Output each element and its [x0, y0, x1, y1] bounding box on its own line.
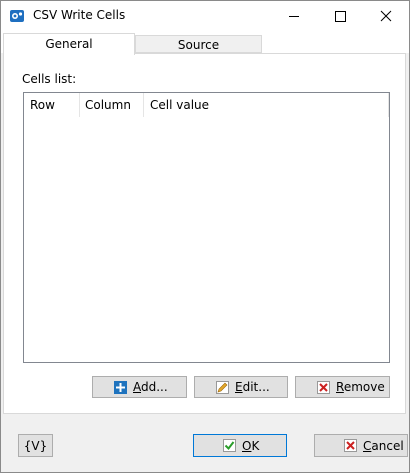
dialog-window: CSV Write Cells General Source Cells lis…	[0, 0, 410, 473]
cells-list-label: Cells list:	[22, 72, 77, 86]
remove-button[interactable]: Remove	[295, 376, 390, 398]
tab-strip: General Source	[1, 31, 409, 55]
cancel-button[interactable]: Cancel	[314, 434, 408, 457]
variables-button[interactable]: {V}	[18, 434, 53, 457]
x-icon	[344, 439, 357, 452]
variables-button-label: {V}	[23, 439, 48, 453]
general-panel: Cells list: Row Column Cell value Add...	[3, 53, 406, 414]
minimize-button[interactable]	[271, 1, 317, 31]
check-icon	[223, 439, 236, 452]
column-divider[interactable]	[79, 93, 80, 117]
add-button[interactable]: Add...	[92, 376, 187, 398]
maximize-icon	[335, 11, 346, 22]
column-header-row[interactable]: Row	[30, 98, 55, 112]
column-header-cell-value[interactable]: Cell value	[150, 98, 209, 112]
column-header-column[interactable]: Column	[85, 98, 131, 112]
tab-source[interactable]: Source	[135, 35, 262, 53]
edit-button-label: Edit...	[235, 380, 270, 394]
plus-icon	[114, 381, 127, 394]
edit-button[interactable]: Edit...	[194, 376, 288, 398]
x-icon	[317, 381, 330, 394]
close-icon	[380, 10, 392, 22]
cells-list[interactable]: Row Column Cell value	[23, 92, 390, 363]
title-bar[interactable]: CSV Write Cells	[1, 1, 409, 31]
cancel-button-label: Cancel	[363, 439, 404, 453]
ok-button[interactable]: OK	[193, 434, 287, 457]
ok-button-label: OK	[242, 439, 260, 453]
maximize-button[interactable]	[317, 1, 363, 31]
column-divider[interactable]	[143, 93, 144, 117]
tab-general[interactable]: General	[3, 33, 135, 55]
window-title: CSV Write Cells	[33, 8, 126, 22]
pencil-icon	[216, 381, 229, 394]
add-button-label: Add...	[133, 380, 168, 394]
app-icon	[10, 10, 24, 22]
column-divider[interactable]	[388, 93, 389, 117]
minimize-icon	[289, 16, 299, 17]
remove-button-label: Remove	[336, 380, 385, 394]
close-button[interactable]	[363, 1, 409, 31]
